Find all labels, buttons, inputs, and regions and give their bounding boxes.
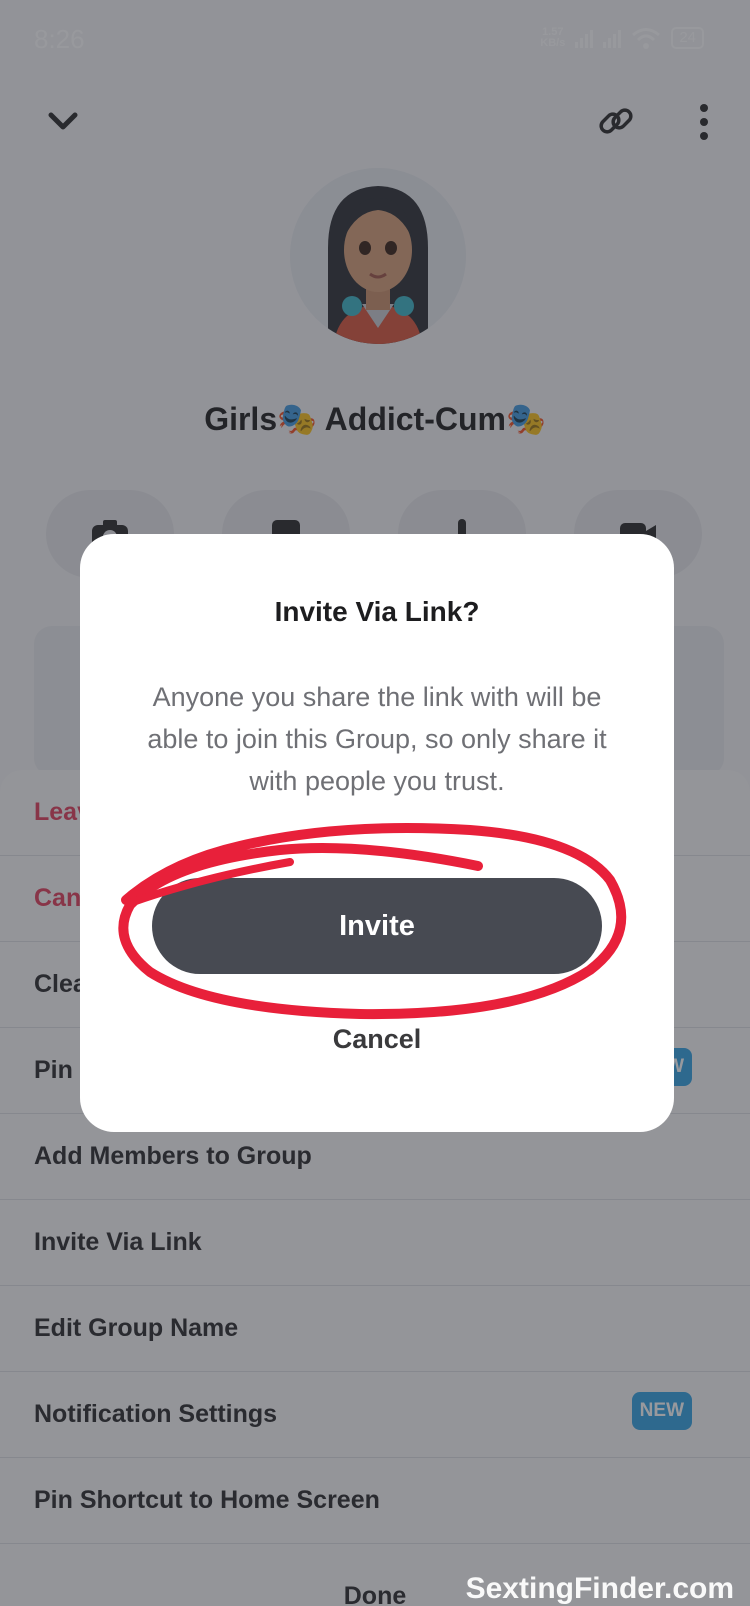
watermark: SextingFinder.com bbox=[465, 1572, 734, 1605]
invite-button[interactable]: Invite bbox=[152, 878, 602, 974]
dialog-body: Anyone you share the link with will be a… bbox=[147, 682, 607, 796]
dialog-cancel-button[interactable]: Cancel bbox=[80, 1024, 674, 1055]
invite-dialog: Invite Via Link? Anyone you share the li… bbox=[80, 534, 674, 1132]
dialog-title: Invite Via Link? bbox=[274, 596, 480, 627]
